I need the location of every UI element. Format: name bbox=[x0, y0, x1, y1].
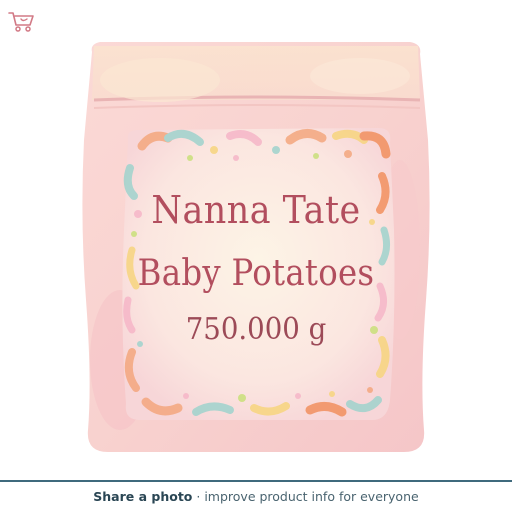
product-weight: 750.000 g bbox=[185, 312, 327, 347]
product-brand: Nanna Tate bbox=[151, 188, 361, 232]
product-image bbox=[82, 42, 430, 452]
product-name: Baby Potatoes bbox=[137, 253, 375, 294]
share-photo-link[interactable]: Share a photo bbox=[93, 489, 192, 504]
share-photo-bar[interactable]: Share a photo · improve product info for… bbox=[0, 482, 512, 512]
product-page: Nanna Tate Baby Potatoes 750.000 g Share… bbox=[0, 0, 512, 512]
footer-message: improve product info for everyone bbox=[204, 489, 419, 504]
footer-separator: · bbox=[192, 489, 205, 504]
